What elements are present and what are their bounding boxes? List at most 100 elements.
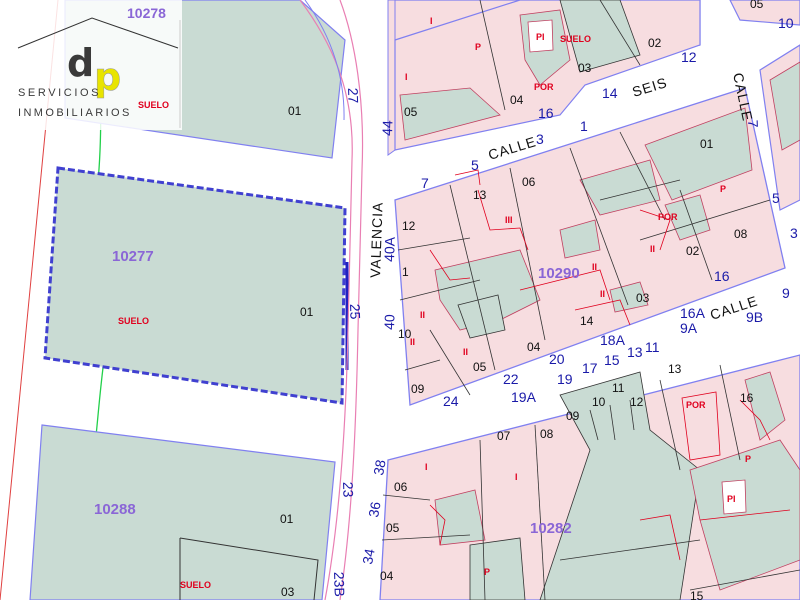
use-p-d: P xyxy=(745,454,751,464)
suelo-label-top: SUELO xyxy=(560,34,591,44)
parcel-10282-10: 10 xyxy=(592,395,606,409)
parcel-10290-04: 04 xyxy=(527,340,541,354)
house-9: 9 xyxy=(782,285,790,301)
house-14: 14 xyxy=(602,85,618,101)
use-ii-a: II xyxy=(592,262,597,272)
use-ii-b: II xyxy=(600,289,605,299)
house-40a: 40A xyxy=(381,236,398,262)
house-22: 22 xyxy=(503,371,519,387)
use-i-a: I xyxy=(430,16,433,26)
house-9b: 9B xyxy=(746,309,763,325)
use-p-a: P xyxy=(475,42,481,52)
block-id-10282: 10282 xyxy=(530,520,572,537)
house-11: 11 xyxy=(645,339,660,355)
pi-label-bottom: PI xyxy=(727,494,736,504)
parcel-10282-11: 11 xyxy=(612,381,625,395)
house-20: 20 xyxy=(549,351,565,367)
use-iii-a: III xyxy=(505,215,513,225)
house-18a: 18A xyxy=(600,332,626,348)
parcel-10282-16: 16 xyxy=(740,391,754,405)
parcel-top-right-05: 05 xyxy=(750,0,764,11)
house-19: 19 xyxy=(557,371,573,387)
parcel-10290-02: 02 xyxy=(686,244,700,258)
parcel-top-05: 05 xyxy=(404,105,418,119)
por-label-10290: POR xyxy=(658,212,678,222)
house-15: 15 xyxy=(604,352,620,368)
use-p-c: P xyxy=(484,567,490,577)
logo-line1: SERVICIOS xyxy=(18,87,101,99)
suelo-label-10288: SUELO xyxy=(180,580,211,590)
logo-line2: INMOBILIARIOS xyxy=(18,107,132,119)
house-19a: 19A xyxy=(511,389,537,405)
house-44: 44 xyxy=(379,120,396,136)
parcel-10288-03: 03 xyxy=(281,585,295,599)
parcel-10282-07: 07 xyxy=(497,429,511,443)
house-23b: 23B xyxy=(331,572,348,597)
parcel-10282-green-c xyxy=(469,537,526,600)
parcel-10282-12: 12 xyxy=(630,395,644,409)
use-p-b: P xyxy=(720,184,726,194)
house-16b: 16 xyxy=(714,268,730,284)
parcel-10290-06: 06 xyxy=(522,175,536,189)
por-label-10282: POR xyxy=(686,400,706,410)
block-id-10288: 10288 xyxy=(94,501,136,518)
parcel-10290-05: 05 xyxy=(473,360,487,374)
logo-d: d xyxy=(67,41,94,85)
use-ii-d: II xyxy=(650,244,655,254)
por-label-top: POR xyxy=(534,82,554,92)
parcel-10290-12: 12 xyxy=(402,219,416,233)
house-3b: 3 xyxy=(790,225,798,241)
suelo-label-10277: SUELO xyxy=(118,316,149,326)
house-12: 12 xyxy=(681,49,697,65)
parcel-10290-03: 03 xyxy=(636,291,650,305)
house-7: 7 xyxy=(421,175,429,191)
parcel-10282-06: 06 xyxy=(394,480,408,494)
parcel-10290-09: 09 xyxy=(411,382,425,396)
use-i-b: I xyxy=(405,72,408,82)
parcel-10282-09: 09 xyxy=(566,409,580,423)
parcel-10277-01: 01 xyxy=(300,305,314,319)
parcel-10282-05: 05 xyxy=(386,521,400,535)
house-17: 17 xyxy=(582,360,598,376)
parcel-top-04: 04 xyxy=(510,93,524,107)
parcel-10290-14: 14 xyxy=(580,314,594,328)
parcel-10282-15: 15 xyxy=(690,589,704,600)
parcel-10282-08: 08 xyxy=(540,427,554,441)
parcel-10288-01: 01 xyxy=(280,512,294,526)
pi-label-top: PI xyxy=(536,32,545,42)
house-23: 23 xyxy=(340,482,357,498)
house-1: 1 xyxy=(580,118,588,134)
parcel-10290-10: 10 xyxy=(398,327,412,341)
parcel-10290-1: 1 xyxy=(402,265,409,279)
parcel-10278-01: 01 xyxy=(288,104,302,118)
house-34: 34 xyxy=(359,547,377,565)
house-9a: 9A xyxy=(680,320,698,336)
parcel-10282-13: 13 xyxy=(668,362,682,376)
house-7b: 7 xyxy=(745,120,761,129)
use-i-c: I xyxy=(425,462,428,472)
house-16: 16 xyxy=(538,105,554,121)
block-id-10277: 10277 xyxy=(112,248,154,265)
cadastral-map[interactable]: d p SERVICIOS INMOBILIARIOS 10278 10277 … xyxy=(0,0,800,600)
house-36: 36 xyxy=(365,500,383,518)
house-10: 10 xyxy=(778,15,794,31)
parcel-10282-04: 04 xyxy=(380,569,394,583)
use-ii-e: II xyxy=(463,347,468,357)
house-13: 13 xyxy=(627,344,643,360)
house-24: 24 xyxy=(443,393,459,409)
use-ii-c: II xyxy=(420,310,425,320)
parcel-top-03: 03 xyxy=(578,61,592,75)
house-3: 3 xyxy=(536,131,544,147)
house-25: 25 xyxy=(347,304,364,320)
parcel-10290-01: 01 xyxy=(700,137,714,151)
parcel-10290-08: 08 xyxy=(734,227,748,241)
suelo-label-10278: SUELO xyxy=(138,100,169,110)
house-5b: 5 xyxy=(772,190,780,206)
use-i-d: I xyxy=(515,472,518,482)
block-id-10278: 10278 xyxy=(127,5,166,21)
house-40: 40 xyxy=(381,314,398,330)
house-38: 38 xyxy=(370,458,388,476)
block-id-10290: 10290 xyxy=(538,265,580,282)
house-5: 5 xyxy=(471,157,479,173)
parcel-10290-13: 13 xyxy=(473,188,487,202)
